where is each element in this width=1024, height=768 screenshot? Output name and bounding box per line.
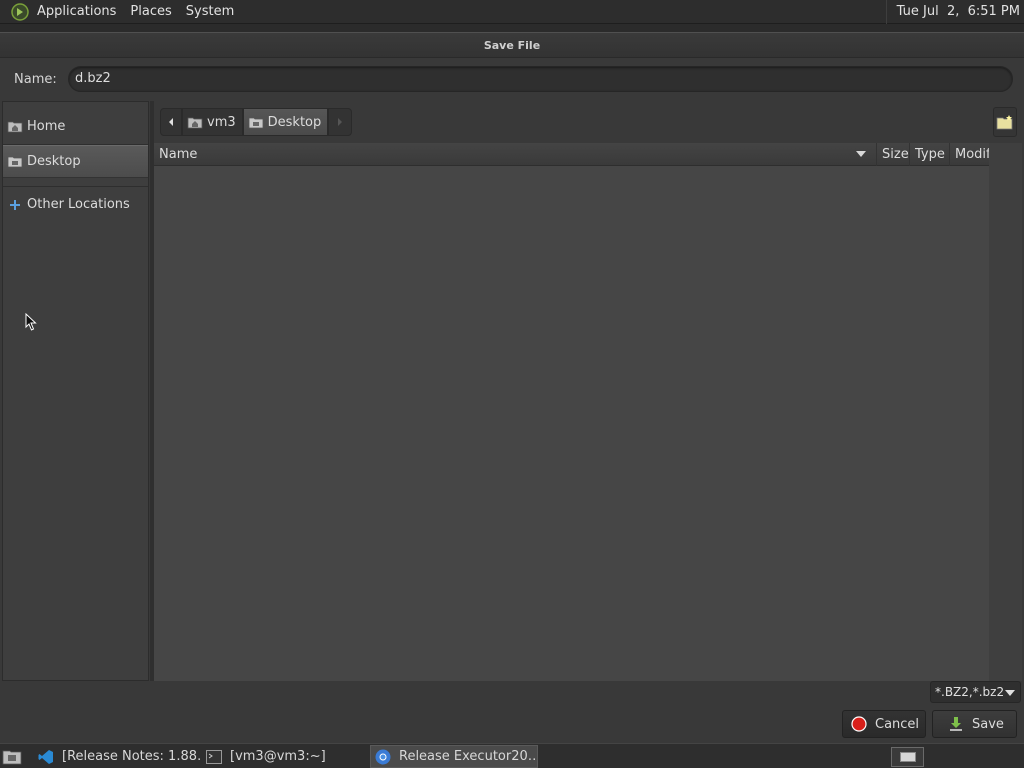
sidebar-item-label: Desktop [27, 154, 81, 169]
home-folder-icon [7, 120, 23, 134]
new-folder-icon [996, 115, 1013, 130]
sidebar-item-label: Other Locations [27, 197, 130, 212]
task-label: [vm3@vm3:~] [230, 749, 326, 764]
path-segment-label: Desktop [267, 114, 322, 130]
save-label: Save [972, 716, 1004, 732]
column-size-header[interactable]: Size [876, 143, 910, 166]
path-bar: vm3 Desktop [160, 108, 353, 136]
column-name-header[interactable]: Name [154, 143, 876, 166]
task-label: [Release Notes: 1.88… [62, 749, 200, 764]
list-header: Name Size Type Modif [154, 143, 989, 166]
path-back-button[interactable] [160, 108, 182, 136]
dialog-title: Save File [0, 33, 1024, 58]
cancel-icon [851, 716, 867, 732]
filter-value: *.BZ2,*.bz2 [935, 685, 1005, 699]
task-release-notes[interactable]: [Release Notes: 1.88… [34, 745, 200, 768]
show-desktop-button[interactable] [2, 745, 24, 768]
terminal-icon [206, 749, 222, 765]
path-forward-button[interactable] [328, 108, 353, 136]
cancel-button[interactable]: Cancel [842, 710, 926, 738]
sidebar-item-desktop[interactable]: Desktop [3, 145, 148, 178]
workspace-switcher[interactable] [891, 747, 924, 767]
desktop-folder-icon [248, 115, 264, 129]
chevron-right-icon [338, 118, 343, 126]
download-icon [948, 716, 964, 732]
file-list[interactable]: Name Size Type Modif [154, 143, 989, 681]
list-scroll-area [989, 143, 1022, 681]
save-button[interactable]: Save [932, 710, 1017, 738]
desktop-folder-icon [7, 155, 23, 169]
taskbar: [Release Notes: 1.88… [vm3@vm3:~] Releas… [0, 743, 1024, 768]
cancel-label: Cancel [875, 716, 920, 732]
mouse-cursor-icon [25, 312, 37, 335]
save-file-dialog: Save File Name: d.bz2 Home Desktop Other… [0, 32, 1024, 743]
filename-input[interactable]: d.bz2 [68, 66, 1013, 92]
sort-descending-icon [856, 151, 866, 157]
file-type-filter[interactable]: *.BZ2,*.bz2 [930, 681, 1021, 703]
show-desktop-icon [2, 750, 22, 764]
distro-logo-icon[interactable] [10, 2, 30, 22]
path-segment-vm3[interactable]: vm3 [182, 108, 243, 136]
chevron-left-icon [169, 118, 173, 126]
places-sidebar: Home Desktop Other Locations [2, 101, 149, 681]
chrome-icon [375, 749, 391, 765]
task-terminal[interactable]: [vm3@vm3:~] [202, 745, 368, 768]
menu-places[interactable]: Places [123, 0, 178, 24]
sidebar-item-label: Home [27, 119, 66, 134]
menu-system[interactable]: System [179, 0, 241, 24]
name-row: Name: d.bz2 [0, 66, 1024, 92]
plus-icon [7, 198, 23, 212]
vscode-icon [38, 749, 54, 765]
sidebar-item-home[interactable]: Home [3, 110, 148, 143]
sidebar-item-other-locations[interactable]: Other Locations [3, 188, 148, 221]
workspace-thumbnail [899, 752, 916, 762]
name-label: Name: [14, 71, 57, 87]
chevron-down-icon [1005, 690, 1015, 696]
path-segment-label: vm3 [207, 114, 236, 130]
path-segment-desktop[interactable]: Desktop [242, 108, 329, 136]
clock[interactable]: Tue Jul 2, 6:51 PM [885, 0, 1024, 24]
top-panel: Applications Places System Tue Jul 2, 6:… [0, 0, 1024, 24]
column-type-header[interactable]: Type [910, 143, 950, 166]
create-folder-button[interactable] [993, 107, 1017, 137]
sidebar-divider [3, 186, 148, 187]
menu-applications[interactable]: Applications [30, 0, 123, 24]
column-modified-header[interactable]: Modif [950, 143, 989, 166]
task-release-executor[interactable]: Release Executor20… [370, 745, 538, 768]
home-folder-icon [187, 115, 203, 129]
task-label: Release Executor20… [399, 749, 538, 764]
